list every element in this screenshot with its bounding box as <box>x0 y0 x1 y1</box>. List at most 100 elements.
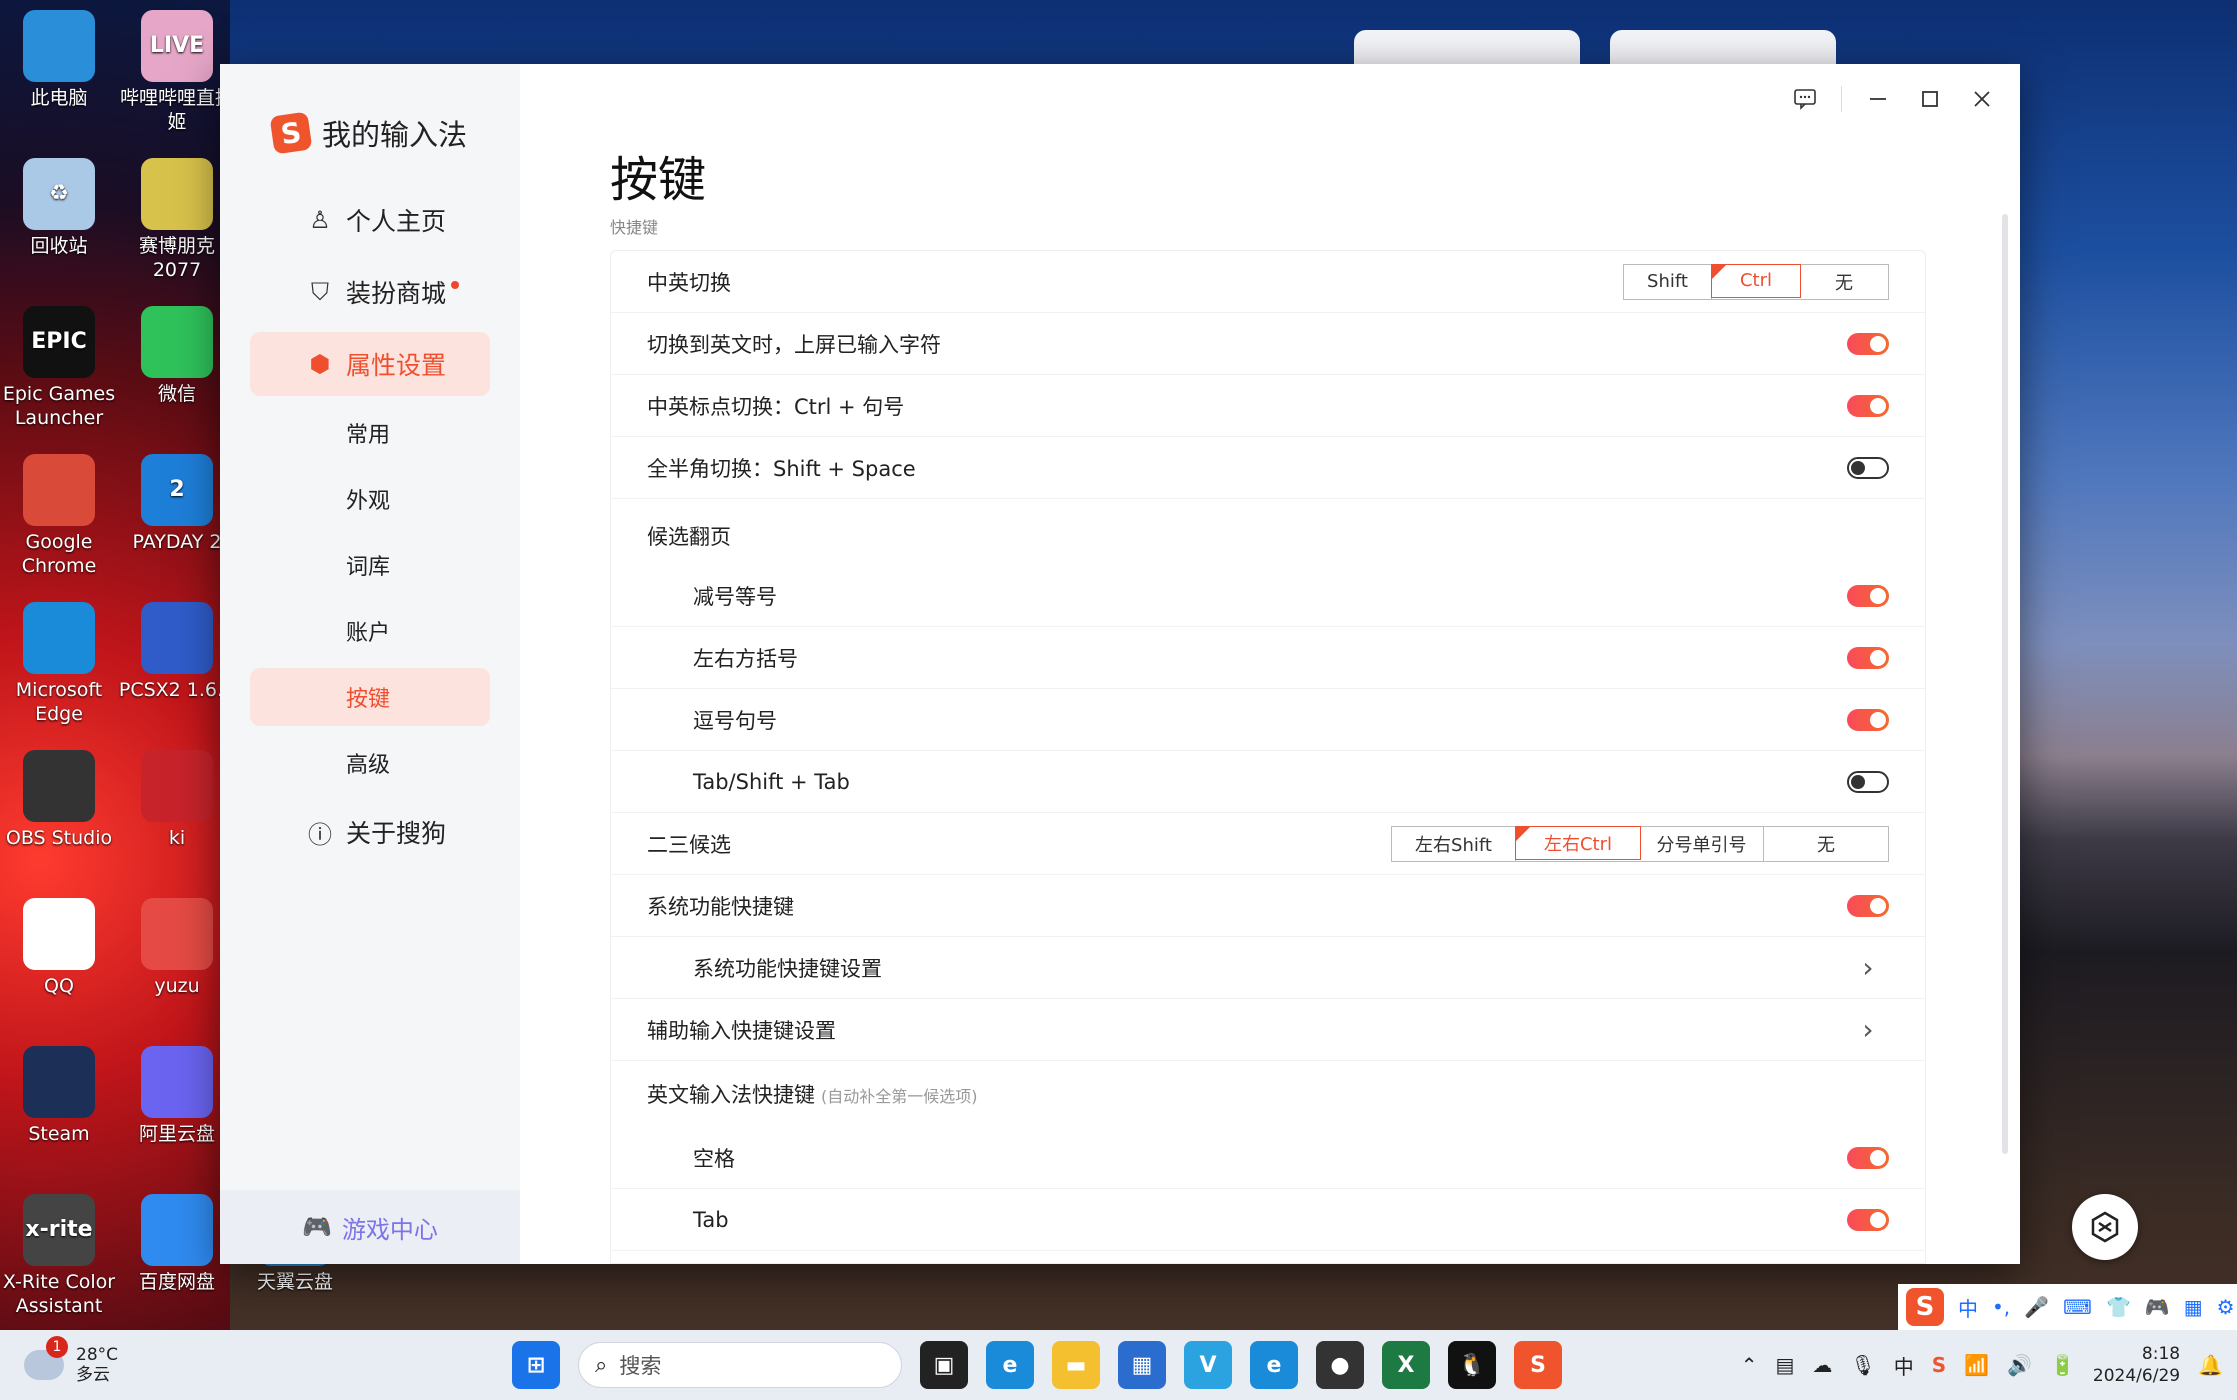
ime-mode-tray[interactable]: 中 <box>1894 1351 1914 1380</box>
minimize-icon[interactable] <box>1852 73 1904 125</box>
game-icon[interactable]: 🎮 <box>2145 1295 2170 1319</box>
taskbar-search[interactable]: ⌕ 搜索 <box>578 1342 902 1388</box>
setting-label: 减号等号 <box>693 584 777 609</box>
toggle-switch[interactable] <box>1847 1208 1889 1231</box>
taskbar: 1 28°C 多云 ⊞ ⌕ 搜索 ▣ e ▬ ▦ Ve ● X 🐧 S ⌃ ▤ ☁ 🎙 中 S … <box>0 1330 2237 1400</box>
scrollbar[interactable] <box>2002 214 2008 1154</box>
desktop-icon[interactable]: OBS Studio <box>0 750 118 850</box>
setting-row-system-hotkeys-settings[interactable]: 系统功能快捷键设置 › <box>611 937 1925 999</box>
sub-nav-appearance[interactable]: 外观 <box>250 470 490 528</box>
desktop-icon[interactable]: Microsoft Edge <box>0 602 118 726</box>
toggle-switch[interactable] <box>1847 646 1889 669</box>
ie-browser-icon[interactable]: e <box>1250 1341 1298 1389</box>
clock[interactable]: 8:18 2024/6/29 <box>2093 1343 2180 1387</box>
nav-item-profile[interactable]: ♙ 个人主页 <box>250 188 490 252</box>
onedrive-icon[interactable]: ☁ <box>1812 1353 1832 1377</box>
desktop-icon[interactable]: EPIC Epic Games Launcher <box>0 306 118 430</box>
edge-icon[interactable]: e <box>986 1341 1034 1389</box>
option-semicolon-quote[interactable]: 分号单引号 <box>1640 826 1764 861</box>
punctuation-icon[interactable]: •, <box>1992 1295 2010 1319</box>
option-none[interactable]: 无 <box>1800 265 1888 299</box>
ime-mode-indicator[interactable]: 中 <box>1958 1293 1978 1322</box>
setting-label: 系统功能快捷键 <box>647 894 794 919</box>
desktop-icon[interactable]: PCSX2 1.6.0 <box>118 602 236 702</box>
sogou-tray-icon[interactable]: S <box>1932 1353 1946 1377</box>
microphone-icon[interactable]: 🎤 <box>2024 1295 2049 1319</box>
desktop-icon[interactable]: 微信 <box>118 306 236 406</box>
setting-row-tab-shift-tab: Tab/Shift + Tab <box>611 751 1925 813</box>
toggle-switch[interactable] <box>1847 394 1889 417</box>
setting-label: Tab <box>693 1207 729 1232</box>
qq-icon[interactable]: 🐧 <box>1448 1341 1496 1389</box>
media-app-icon[interactable]: ● <box>1316 1341 1364 1389</box>
floating-assistant-button[interactable] <box>2072 1194 2138 1260</box>
toggle-switch[interactable] <box>1847 456 1889 479</box>
setting-row-aux-input-settings[interactable]: 辅助输入快捷键设置 › <box>611 999 1925 1061</box>
toolbox-icon[interactable]: ▦ <box>2184 1295 2203 1319</box>
nav-item-label: 属性设置 <box>346 351 447 380</box>
desktop-icon[interactable]: Google Chrome <box>0 454 118 578</box>
desktop-icon[interactable]: Steam <box>0 1046 118 1146</box>
settings-icon[interactable]: ⚙ <box>2217 1295 2235 1319</box>
desktop-icon[interactable]: ♻ 回收站 <box>0 158 118 258</box>
sub-nav-general[interactable]: 常用 <box>250 404 490 462</box>
toggle-switch[interactable] <box>1847 708 1889 731</box>
close-icon[interactable] <box>1956 73 2008 125</box>
option-ctrl[interactable]: Ctrl <box>1711 263 1801 298</box>
app-icon: EPIC <box>23 306 95 378</box>
nav-item-about[interactable]: ⓘ 关于搜狗 <box>250 800 490 864</box>
app-icon <box>141 1194 213 1266</box>
sogou-logo-icon[interactable]: S <box>1906 1288 1944 1326</box>
nav-item-preferences[interactable]: ⬢ 属性设置 <box>250 332 490 396</box>
sub-nav-account[interactable]: 账户 <box>250 602 490 660</box>
weather-widget[interactable]: 1 28°C 多云 <box>24 1336 118 1385</box>
desktop-icon[interactable]: 赛博朋克 2077 <box>118 158 236 282</box>
file-explorer-icon[interactable]: ▬ <box>1052 1341 1100 1389</box>
wifi-icon[interactable]: 📶 <box>1964 1353 1989 1377</box>
option-left-right-shift[interactable]: 左右Shift <box>1392 826 1516 861</box>
desktop-icon[interactable]: QQ <box>0 898 118 998</box>
option-left-right-ctrl[interactable]: 左右Ctrl <box>1515 825 1641 860</box>
toggle-switch[interactable] <box>1847 1146 1889 1169</box>
setting-group-page-turn: 候选翻页 <box>611 499 1925 565</box>
maximize-icon[interactable] <box>1904 73 1956 125</box>
toggle-switch[interactable] <box>1847 332 1889 355</box>
battery-icon[interactable]: 🔋 <box>2050 1353 2075 1377</box>
nav-item-skin-store[interactable]: ⛉ 装扮商城 <box>250 260 490 324</box>
option-shift[interactable]: Shift <box>1624 264 1712 299</box>
sogou-ime-icon[interactable]: S <box>1514 1341 1562 1389</box>
desktop-icon[interactable]: yuzu <box>118 898 236 998</box>
volume-icon[interactable]: 🔊 <box>2007 1353 2032 1377</box>
cloud-icon: 1 <box>24 1336 68 1380</box>
desktop-icon[interactable]: 2 PAYDAY 2 <box>118 454 236 554</box>
skin-icon[interactable]: 👕 <box>2106 1295 2131 1319</box>
toggle-switch[interactable] <box>1847 894 1889 917</box>
feedback-icon[interactable] <box>1779 73 1831 125</box>
desktop-icon[interactable]: 阿里云盘 <box>118 1046 236 1146</box>
toggle-switch[interactable] <box>1847 584 1889 607</box>
desktop-icon[interactable]: LIVE 哔哩哔哩直播姬 <box>118 10 236 134</box>
desktop-icon[interactable]: ki <box>118 750 236 850</box>
desktop-icon[interactable]: x-rite X-Rite Color Assistant <box>0 1194 118 1318</box>
sub-nav-keys[interactable]: 按键 <box>250 668 490 726</box>
toggle-switch[interactable] <box>1847 770 1889 793</box>
microsoft-store-icon[interactable]: ▦ <box>1118 1341 1166 1389</box>
desktop-icon[interactable]: 百度网盘 <box>118 1194 236 1294</box>
task-view-icon[interactable]: ▣ <box>920 1341 968 1389</box>
app-v-icon[interactable]: V <box>1184 1341 1232 1389</box>
option-none[interactable]: 无 <box>1764 827 1888 861</box>
keyboard-icon[interactable]: ⌨ <box>2063 1295 2092 1319</box>
app-icon <box>23 898 95 970</box>
notification-icon[interactable]: 🔔 <box>2198 1353 2223 1377</box>
sub-nav-dictionary[interactable]: 词库 <box>250 536 490 594</box>
sub-nav-advanced[interactable]: 高级 <box>250 734 490 792</box>
tray-app-icon[interactable]: ▤ <box>1776 1353 1795 1377</box>
game-center-button[interactable]: 🎮 游戏中心 <box>220 1190 520 1264</box>
desktop-icon[interactable]: 此电脑 <box>0 10 118 110</box>
microphone-icon[interactable]: 🎙 <box>1850 1353 1875 1377</box>
chevron-up-icon[interactable]: ⌃ <box>1741 1353 1758 1377</box>
start-menu-icon[interactable]: ⊞ <box>512 1341 560 1389</box>
excel-icon[interactable]: X <box>1382 1341 1430 1389</box>
setting-row-fullwidth-switch: 全半角切换：Shift + Space <box>611 437 1925 499</box>
desktop-icon-label: X-Rite Color Assistant <box>2 1271 116 1317</box>
